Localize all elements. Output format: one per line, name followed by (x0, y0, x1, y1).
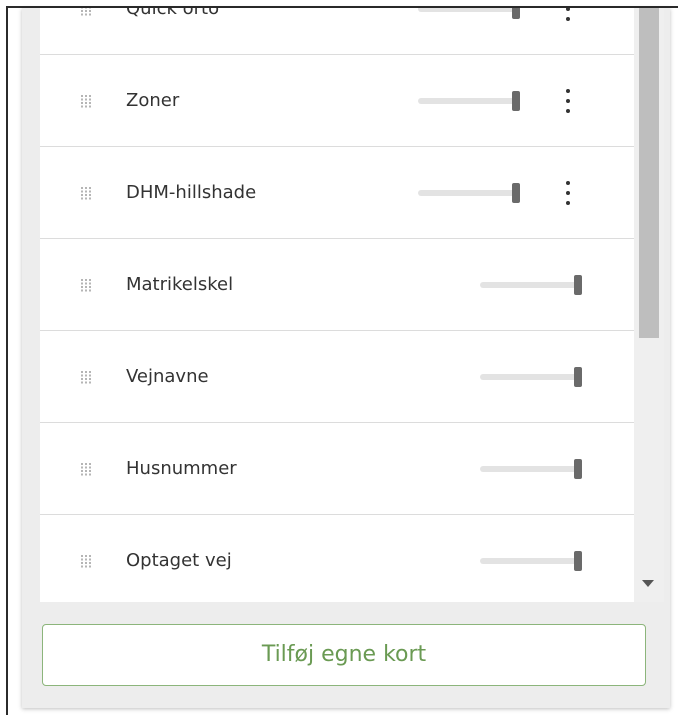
drag-handle-icon[interactable] (80, 553, 92, 568)
drag-handle-icon[interactable] (80, 185, 92, 200)
opacity-slider[interactable] (418, 98, 520, 104)
scroll-down-arrow-icon[interactable] (642, 580, 654, 587)
opacity-slider-thumb[interactable] (512, 91, 520, 111)
layer-list: Quick orto Zoner DHM-hillshade Matrikelskel… (40, 8, 634, 602)
layer-panel: Quick orto Zoner DHM-hillshade Matrikelskel… (22, 8, 670, 708)
drag-handle-icon[interactable] (80, 93, 92, 108)
layer-row[interactable]: Matrikelskel (40, 239, 634, 331)
scrollbar[interactable] (634, 8, 664, 602)
layer-row[interactable]: Vejnavne (40, 331, 634, 423)
layer-label: Husnummer (126, 458, 237, 479)
drag-handle-icon[interactable] (80, 8, 92, 16)
kebab-menu-icon[interactable] (560, 85, 576, 117)
layer-label: Quick orto (126, 8, 220, 19)
opacity-slider-thumb[interactable] (574, 551, 582, 571)
layer-label: Matrikelskel (126, 274, 234, 295)
opacity-slider[interactable] (480, 374, 582, 380)
opacity-slider-thumb[interactable] (574, 459, 582, 479)
add-own-maps-button[interactable]: Tilføj egne kort (42, 624, 646, 686)
layer-row[interactable]: Optaget vej (40, 515, 634, 602)
layer-row[interactable]: Quick orto (40, 8, 634, 55)
layer-label: Optaget vej (126, 550, 232, 571)
layer-row[interactable]: DHM-hillshade (40, 147, 634, 239)
kebab-menu-icon[interactable] (560, 8, 576, 25)
drag-handle-icon[interactable] (80, 461, 92, 476)
drag-handle-icon[interactable] (80, 277, 92, 292)
opacity-slider-thumb[interactable] (512, 8, 520, 19)
opacity-slider[interactable] (480, 466, 582, 472)
layer-row[interactable]: Husnummer (40, 423, 634, 515)
layer-label: DHM-hillshade (126, 182, 257, 203)
drag-handle-icon[interactable] (80, 369, 92, 384)
opacity-slider[interactable] (418, 190, 520, 196)
layer-row[interactable]: Zoner (40, 55, 634, 147)
opacity-slider-thumb[interactable] (574, 275, 582, 295)
opacity-slider[interactable] (418, 8, 520, 12)
layer-label: Vejnavne (126, 366, 209, 387)
layer-label: Zoner (126, 90, 180, 111)
opacity-slider-thumb[interactable] (512, 183, 520, 203)
opacity-slider[interactable] (480, 282, 582, 288)
opacity-slider[interactable] (480, 558, 582, 564)
kebab-menu-icon[interactable] (560, 177, 576, 209)
opacity-slider-thumb[interactable] (574, 367, 582, 387)
scrollbar-thumb[interactable] (639, 8, 659, 338)
